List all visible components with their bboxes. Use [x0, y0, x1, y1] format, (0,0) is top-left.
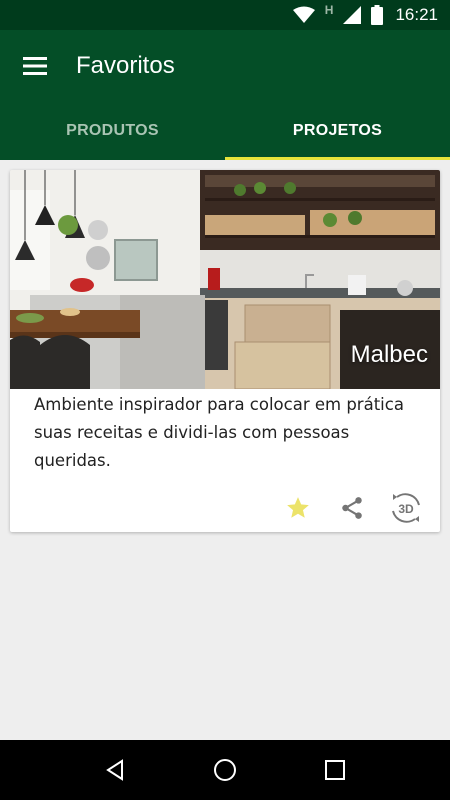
recents-button[interactable] — [310, 745, 360, 795]
home-icon — [214, 759, 236, 781]
signal-icon — [343, 6, 362, 24]
star-icon — [287, 497, 309, 518]
tab-label: PROJETOS — [292, 122, 383, 139]
share-button[interactable] — [332, 490, 372, 526]
tab-bar: PRODUTOS PROJETOS — [0, 102, 450, 160]
battery-icon — [371, 5, 384, 25]
tab-projetos[interactable]: PROJETOS — [225, 102, 450, 160]
favorite-button[interactable] — [278, 490, 318, 526]
project-title: Malbec — [350, 341, 428, 368]
svg-text:3D: 3D — [398, 502, 414, 516]
menu-button[interactable] — [0, 30, 70, 102]
rotate-3d-icon: 3D — [392, 493, 420, 523]
menu-icon — [23, 57, 47, 75]
status-bar: H 16:21 — [0, 0, 450, 30]
clock: 16:21 — [395, 5, 438, 24]
home-button[interactable] — [200, 745, 250, 795]
back-icon — [106, 759, 123, 781]
network-type-icon: H — [324, 3, 334, 17]
navigation-bar — [0, 740, 450, 800]
tab-label: PRODUTOS — [66, 122, 159, 139]
app-bar: Favoritos — [0, 30, 450, 102]
wifi-icon — [292, 6, 315, 24]
project-description: Ambiente inspirador para colocar em prát… — [34, 395, 404, 470]
share-icon — [342, 497, 362, 519]
project-card[interactable]: Malbec Ambiente inspirador para colocar … — [10, 170, 440, 532]
tab-indicator — [225, 157, 450, 160]
recents-icon — [325, 760, 345, 780]
card-actions: 3D — [264, 490, 426, 526]
project-image[interactable]: Malbec — [10, 170, 440, 389]
page-title: Favoritos — [76, 52, 175, 79]
tab-produtos[interactable]: PRODUTOS — [0, 102, 225, 160]
view-3d-button[interactable]: 3D — [386, 490, 426, 526]
back-button[interactable] — [90, 745, 140, 795]
